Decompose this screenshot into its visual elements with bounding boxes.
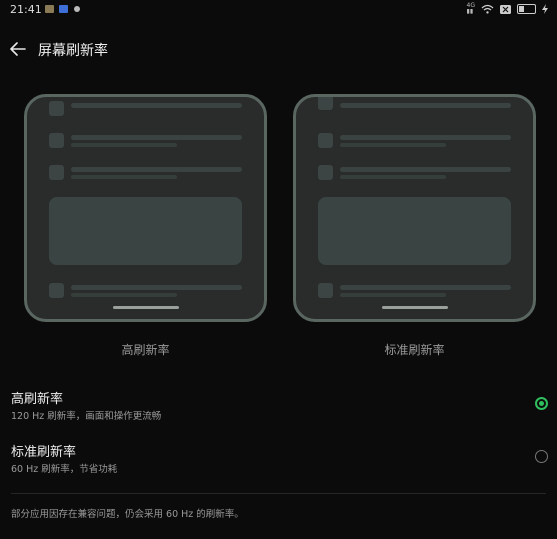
footer-note: 部分应用因存在兼容问题，仍会采用 60 Hz 的刷新率。 [11,509,244,520]
preview-standard-refresh[interactable] [293,94,536,322]
option-high-refresh[interactable]: 高刷新率 120 Hz 刷新率，画面和操作更流畅 [0,388,557,428]
divider [11,493,546,494]
page-header: 屏幕刷新率 [0,36,557,64]
preview-row [318,283,511,298]
preview-caption-high: 高刷新率 [121,343,170,357]
charging-icon [542,4,548,14]
radio-selected[interactable] [535,397,548,410]
status-time: 21:41 [10,3,42,16]
network-label: 4G ▮▮ [466,2,475,15]
notification-icon [45,5,54,13]
back-button[interactable] [7,38,29,60]
status-bar: 21:41 4G ▮▮ [0,0,557,20]
arrow-left-icon [10,42,26,56]
radio-unselected[interactable] [535,450,548,463]
preview-high-refresh[interactable] [24,94,267,322]
x-icon [500,4,511,14]
option-standard-refresh[interactable]: 标准刷新率 60 Hz 刷新率，节省功耗 [0,441,557,481]
wifi-icon [481,4,494,14]
option-title: 标准刷新率 [11,445,77,460]
preview-row [318,133,511,148]
option-title: 高刷新率 [11,392,64,407]
page-title: 屏幕刷新率 [38,43,108,59]
option-description: 60 Hz 刷新率，节省功耗 [11,464,118,475]
preview-row [49,165,242,180]
option-description: 120 Hz 刷新率，画面和操作更流畅 [11,411,162,422]
preview-home-handle [381,306,448,309]
preview-row [49,283,242,298]
status-right-group: 4G ▮▮ [467,2,548,16]
signal-bars: ▮▮ [466,8,474,15]
preview-block [318,197,511,265]
dot-icon [74,6,80,12]
battery-icon [517,4,536,14]
preview-block [49,197,242,265]
preview-row [49,133,242,148]
preview-row [318,97,511,115]
preview-caption-standard: 标准刷新率 [384,343,445,357]
preview-home-handle [112,306,179,309]
app-icon [59,5,68,13]
preview-row [318,165,511,180]
preview-row [49,101,242,116]
